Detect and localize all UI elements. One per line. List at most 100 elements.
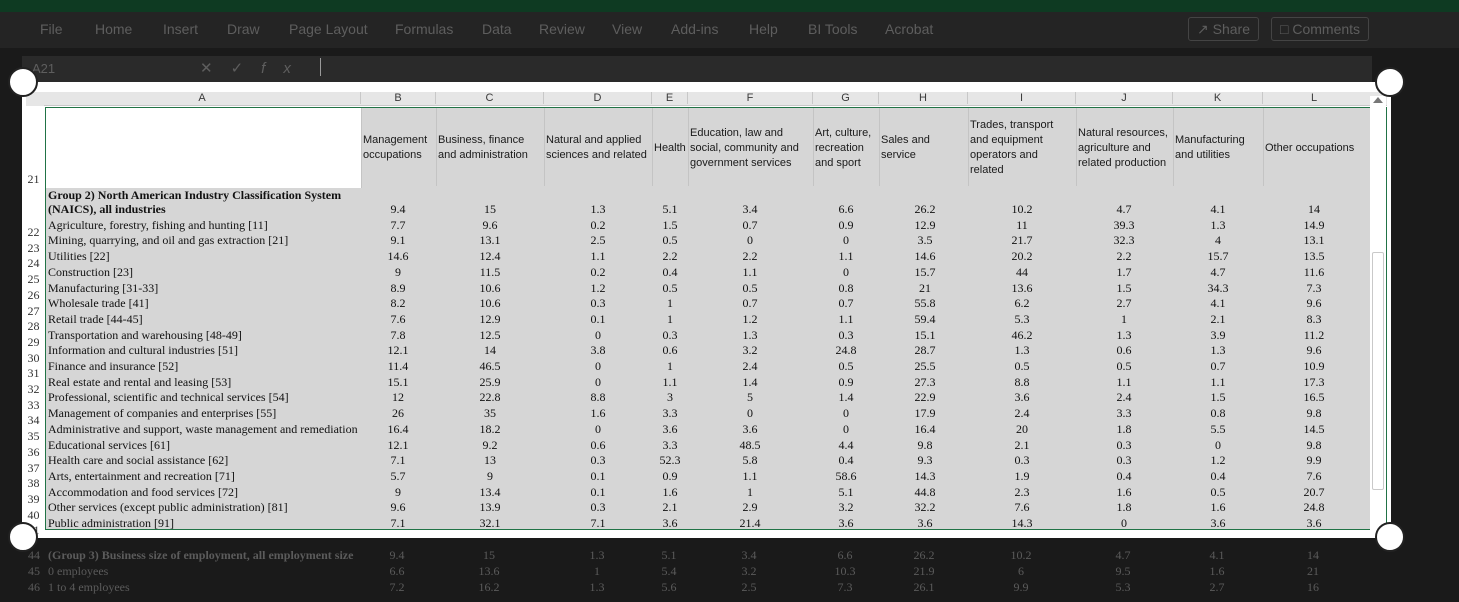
table-cell[interactable]: 3.3 [645,438,695,453]
row-number[interactable]: 22 [22,225,45,240]
table-cell[interactable]: 8.3 [1289,312,1339,327]
table-cell[interactable]: 0 [821,406,871,421]
column-header-h[interactable]: H [878,92,967,104]
table-cell[interactable]: 0 [725,406,775,421]
table-cell[interactable]: 0.5 [645,281,695,296]
group-heading[interactable]: Group 2) North American Industry Classif… [48,188,341,203]
crop-selection-area[interactable]: ABCDEFGHIJKL 21 22 23 24 25 26 27 28 29 30 31 32 33 3… [22,82,1391,538]
table-cell[interactable]: 3.3 [645,406,695,421]
table-cell[interactable]: 1.4 [725,375,775,390]
table-cell[interactable]: 1.1 [645,375,695,390]
table-cell[interactable]: 0 [573,375,623,390]
table-cell[interactable]: 2.1 [1193,312,1243,327]
table-cell[interactable]: 3.5 [900,233,950,248]
table-cell[interactable]: 11.5 [465,265,515,280]
table-cell[interactable]: 1.6 [645,485,695,500]
table-cell[interactable]: 58.6 [821,469,871,484]
column-title[interactable]: Education, law and social, community and… [690,109,811,187]
row-label[interactable]: Agriculture, forestry, fishing and hunti… [48,218,360,233]
row-label[interactable]: Finance and insurance [52] [48,359,360,374]
table-cell[interactable]: 8.8 [997,375,1047,390]
table-cell[interactable]: 0.4 [1193,469,1243,484]
table-cell[interactable]: 1.3 [1193,343,1243,358]
table-cell[interactable]: 12 [373,390,423,405]
row-label[interactable]: Health care and social assistance [62] [48,453,360,468]
table-cell[interactable]: 15.1 [373,375,423,390]
table-cell[interactable]: 25.5 [900,359,950,374]
table-cell[interactable]: 13.5 [1289,249,1339,264]
table-cell[interactable]: 15.7 [1193,249,1243,264]
table-cell[interactable]: 3.6 [645,422,695,437]
column-header-e[interactable]: E [651,92,687,104]
table-cell[interactable]: 44 [997,265,1047,280]
tab-formulas[interactable]: Formulas [395,21,453,37]
table-cell[interactable]: 1.6 [1193,500,1243,515]
table-cell[interactable]: 11.4 [373,359,423,374]
table-cell[interactable]: 0.4 [1099,469,1149,484]
table-cell[interactable]: 0.5 [821,359,871,374]
tab-add-ins[interactable]: Add-ins [671,21,718,37]
table-cell[interactable]: 1.1 [821,312,871,327]
table-cell[interactable]: 9.8 [1289,438,1339,453]
vertical-scrollbar[interactable] [1370,96,1386,538]
table-cell[interactable]: 32.3 [1099,233,1149,248]
table-cell[interactable]: 5.3 [997,312,1047,327]
row-number[interactable]: 38 [22,476,45,491]
table-cell[interactable]: 3.6 [1193,516,1243,531]
table-cell[interactable]: 1.3 [997,343,1047,358]
row-label[interactable]: Construction [23] [48,265,360,280]
table-cell[interactable]: 9.4 [373,202,423,217]
table-cell[interactable]: 3.6 [900,516,950,531]
table-cell[interactable]: 46.2 [997,328,1047,343]
table-cell[interactable]: 13.1 [1289,233,1339,248]
table-cell[interactable]: 1.1 [1099,375,1149,390]
table-cell[interactable]: 4.7 [1193,265,1243,280]
table-cell[interactable]: 22.8 [465,390,515,405]
table-cell[interactable]: 0.7 [725,218,775,233]
table-cell[interactable]: 8.9 [373,281,423,296]
table-cell[interactable]: 4.4 [821,438,871,453]
table-cell[interactable]: 7.6 [1289,469,1339,484]
table-cell[interactable]: 1.5 [645,218,695,233]
table-cell[interactable]: 1.3 [1099,328,1149,343]
table-cell[interactable]: 2.2 [725,249,775,264]
column-header-a[interactable]: A [44,92,360,104]
column-title[interactable]: Natural resources, agriculture and relat… [1078,109,1171,187]
table-cell[interactable]: 20.7 [1289,485,1339,500]
table-cell[interactable]: 1.6 [1099,485,1149,500]
table-cell[interactable]: 32.1 [465,516,515,531]
tab-home[interactable]: Home [95,21,132,37]
row-label[interactable]: Utilities [22] [48,249,360,264]
crop-handle-top-right[interactable] [1375,67,1405,97]
tab-view[interactable]: View [612,21,642,37]
table-cell[interactable]: 1.4 [821,390,871,405]
comments-button[interactable]: □ Comments [1271,17,1370,41]
row-label[interactable]: Accommodation and food services [72] [48,485,360,500]
table-cell[interactable]: 28.7 [900,343,950,358]
column-title[interactable]: Business, finance and administration [438,109,542,187]
crop-handle-bottom-left[interactable] [8,522,38,552]
row-label[interactable]: Manufacturing [31-33] [48,281,360,296]
table-cell[interactable]: 21.7 [997,233,1047,248]
table-cell[interactable]: 0 [573,328,623,343]
tab-page-layout[interactable]: Page Layout [289,21,368,37]
table-cell[interactable]: 10.6 [465,296,515,311]
table-cell[interactable]: 2.7 [1099,296,1149,311]
table-cell[interactable]: 14.6 [373,249,423,264]
table-cell[interactable]: 2.1 [645,500,695,515]
table-cell[interactable]: 9.1 [373,233,423,248]
table-cell[interactable]: 16.5 [1289,390,1339,405]
table-cell[interactable]: 48.5 [725,438,775,453]
table-cell[interactable]: 1.3 [1193,218,1243,233]
column-header-l[interactable]: L [1262,92,1365,104]
table-cell[interactable]: 3 [645,390,695,405]
tab-bi-tools[interactable]: BI Tools [808,21,858,37]
table-cell[interactable]: 13 [465,453,515,468]
table-cell[interactable]: 14.6 [900,249,950,264]
row-label[interactable]: Arts, entertainment and recreation [71] [48,469,360,484]
table-cell[interactable]: 0.3 [821,328,871,343]
table-cell[interactable]: 2.1 [997,438,1047,453]
table-cell[interactable]: 9 [373,485,423,500]
table-cell[interactable]: 22.9 [900,390,950,405]
table-cell[interactable]: 20 [997,422,1047,437]
